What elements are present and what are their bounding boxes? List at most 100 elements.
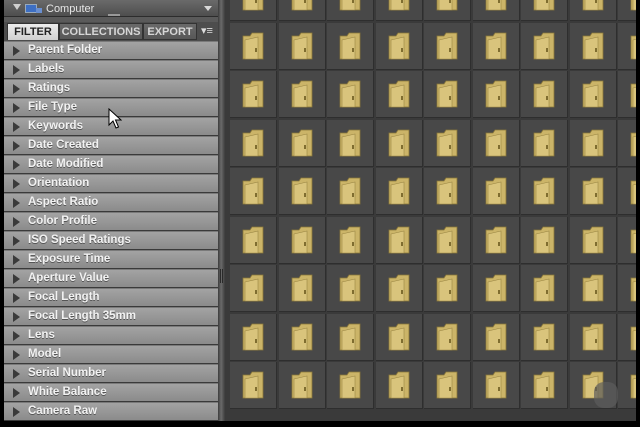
filter-row[interactable]: Labels bbox=[4, 60, 218, 79]
folder-thumbnail[interactable] bbox=[521, 22, 568, 70]
folder-thumbnail[interactable] bbox=[472, 313, 520, 361]
filter-row[interactable]: Date Created bbox=[4, 136, 218, 155]
folder-thumbnail[interactable] bbox=[618, 22, 636, 70]
folder-thumbnail[interactable] bbox=[230, 313, 277, 361]
folder-thumbnail[interactable] bbox=[424, 0, 471, 21]
panel-resize-grip-icon[interactable] bbox=[108, 14, 120, 16]
expand-arrow-icon[interactable] bbox=[13, 388, 20, 398]
folder-thumbnail[interactable] bbox=[375, 22, 423, 70]
folder-thumbnail[interactable] bbox=[375, 265, 423, 312]
panel-menu-icon[interactable]: ▾≡ bbox=[197, 23, 217, 40]
folder-thumbnail[interactable] bbox=[230, 168, 277, 215]
folder-thumbnail[interactable] bbox=[327, 168, 374, 215]
expand-arrow-icon[interactable] bbox=[13, 350, 20, 360]
folder-thumbnail[interactable] bbox=[375, 119, 423, 167]
folder-thumbnail[interactable] bbox=[618, 168, 636, 215]
folder-thumbnail[interactable] bbox=[424, 265, 471, 312]
folder-thumbnail[interactable] bbox=[472, 119, 520, 167]
folder-thumbnail[interactable] bbox=[569, 216, 617, 264]
folder-thumbnail[interactable] bbox=[618, 313, 636, 361]
folder-thumbnail[interactable] bbox=[278, 71, 326, 118]
expand-arrow-icon[interactable] bbox=[13, 369, 20, 379]
folder-thumbnail[interactable] bbox=[472, 22, 520, 70]
folder-thumbnail[interactable] bbox=[327, 313, 374, 361]
path-bar[interactable]: Computer bbox=[4, 0, 218, 17]
splitter-grip-icon[interactable] bbox=[220, 269, 223, 283]
expand-arrow-icon[interactable] bbox=[13, 312, 20, 322]
folder-thumbnail[interactable] bbox=[569, 168, 617, 215]
filter-row[interactable]: Model bbox=[4, 345, 218, 364]
folder-thumbnail[interactable] bbox=[230, 0, 277, 21]
folder-thumbnail[interactable] bbox=[569, 71, 617, 118]
folder-thumbnail[interactable] bbox=[424, 22, 471, 70]
expand-arrow-icon[interactable] bbox=[13, 274, 20, 284]
folder-thumbnail[interactable] bbox=[521, 119, 568, 167]
tab-collections[interactable]: COLLECTIONS bbox=[59, 23, 143, 40]
filter-row[interactable]: Lens bbox=[4, 326, 218, 345]
panel-splitter[interactable] bbox=[218, 0, 225, 421]
folder-thumbnail[interactable] bbox=[472, 362, 520, 409]
folder-thumbnail[interactable] bbox=[375, 0, 423, 21]
folder-thumbnail[interactable] bbox=[472, 0, 520, 21]
expand-arrow-icon[interactable] bbox=[13, 122, 20, 132]
folder-thumbnail[interactable] bbox=[569, 265, 617, 312]
folder-thumbnail[interactable] bbox=[424, 71, 471, 118]
folder-thumbnail[interactable] bbox=[521, 216, 568, 264]
folder-thumbnail[interactable] bbox=[472, 265, 520, 312]
expand-arrow-icon[interactable] bbox=[13, 198, 20, 208]
tab-filter[interactable]: FILTER bbox=[7, 23, 59, 40]
folder-thumbnail[interactable] bbox=[618, 71, 636, 118]
expand-triangle-icon[interactable] bbox=[13, 4, 21, 10]
tab-export[interactable]: EXPORT bbox=[143, 23, 197, 40]
folder-thumbnail[interactable] bbox=[278, 168, 326, 215]
expand-arrow-icon[interactable] bbox=[13, 236, 20, 246]
folder-thumbnail[interactable] bbox=[327, 265, 374, 312]
folder-thumbnail[interactable] bbox=[278, 265, 326, 312]
folder-thumbnail[interactable] bbox=[618, 119, 636, 167]
folder-thumbnail[interactable] bbox=[521, 168, 568, 215]
folder-thumbnail[interactable] bbox=[521, 0, 568, 21]
folder-thumbnail[interactable] bbox=[278, 313, 326, 361]
folder-thumbnail[interactable] bbox=[278, 216, 326, 264]
filter-row[interactable]: Ratings bbox=[4, 79, 218, 98]
folder-thumbnail[interactable] bbox=[569, 22, 617, 70]
path-dropdown-icon[interactable] bbox=[204, 6, 212, 11]
folder-thumbnail[interactable] bbox=[327, 22, 374, 70]
folder-thumbnail[interactable] bbox=[230, 71, 277, 118]
expand-arrow-icon[interactable] bbox=[13, 103, 20, 113]
expand-arrow-icon[interactable] bbox=[13, 46, 20, 56]
folder-thumbnail[interactable] bbox=[278, 0, 326, 21]
folder-thumbnail[interactable] bbox=[375, 71, 423, 118]
expand-arrow-icon[interactable] bbox=[13, 331, 20, 341]
filter-row[interactable]: Aspect Ratio bbox=[4, 193, 218, 212]
folder-thumbnail[interactable] bbox=[327, 119, 374, 167]
filter-row[interactable]: Parent Folder bbox=[4, 41, 218, 60]
expand-arrow-icon[interactable] bbox=[13, 293, 20, 303]
folder-thumbnail[interactable] bbox=[472, 71, 520, 118]
folder-thumbnail[interactable] bbox=[618, 216, 636, 264]
folder-thumbnail[interactable] bbox=[375, 168, 423, 215]
folder-thumbnail[interactable] bbox=[327, 71, 374, 118]
expand-arrow-icon[interactable] bbox=[13, 255, 20, 265]
filter-row[interactable]: Serial Number bbox=[4, 364, 218, 383]
path-location[interactable]: Computer bbox=[46, 4, 94, 15]
folder-thumbnail[interactable] bbox=[472, 168, 520, 215]
folder-thumbnail[interactable] bbox=[618, 362, 636, 409]
folder-thumbnail[interactable] bbox=[230, 216, 277, 264]
filter-row[interactable]: Orientation bbox=[4, 174, 218, 193]
folder-thumbnail[interactable] bbox=[375, 216, 423, 264]
folder-thumbnail[interactable] bbox=[521, 313, 568, 361]
expand-arrow-icon[interactable] bbox=[13, 179, 20, 189]
expand-arrow-icon[interactable] bbox=[13, 160, 20, 170]
folder-thumbnail[interactable] bbox=[327, 362, 374, 409]
folder-thumbnail[interactable] bbox=[618, 265, 636, 312]
folder-thumbnail[interactable] bbox=[424, 313, 471, 361]
folder-thumbnail[interactable] bbox=[618, 0, 636, 21]
expand-arrow-icon[interactable] bbox=[13, 84, 20, 94]
filter-row[interactable]: Camera Raw bbox=[4, 402, 218, 421]
filter-row[interactable]: ISO Speed Ratings bbox=[4, 231, 218, 250]
folder-thumbnail[interactable] bbox=[521, 71, 568, 118]
folder-thumbnail[interactable] bbox=[569, 0, 617, 21]
folder-thumbnail[interactable] bbox=[230, 119, 277, 167]
folder-thumbnail[interactable] bbox=[375, 313, 423, 361]
